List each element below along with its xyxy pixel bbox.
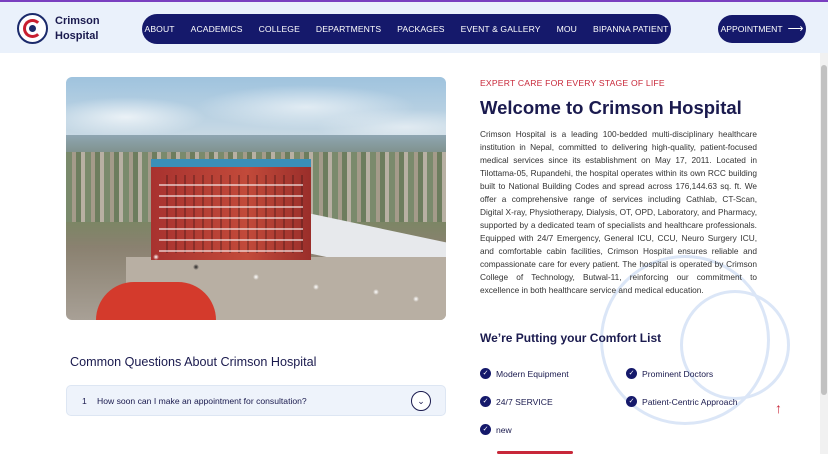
nav-college[interactable]: COLLEGE [251, 24, 308, 34]
comfort-item: ✓ Patient-Centric Approach [626, 396, 738, 407]
brand-name[interactable]: Crimson Hospital [55, 14, 115, 44]
nav-bipanna-patient[interactable]: BIPANNA PATIENT [585, 24, 677, 34]
check-circle-icon: ✓ [480, 396, 491, 407]
chevron-down-icon[interactable]: ⌄ [411, 391, 431, 411]
scroll-to-top-icon[interactable]: ↑ [775, 400, 782, 416]
nav-packages[interactable]: PACKAGES [389, 24, 452, 34]
comfort-item: ✓ Modern Equipment [480, 368, 569, 379]
nav-mou[interactable]: MOU [549, 24, 585, 34]
faq-title: Common Questions About Crimson Hospital [70, 355, 317, 369]
section-eyebrow: EXPERT CARE FOR EVERY STAGE OF LIFE [480, 78, 665, 88]
decorative-ring [680, 290, 790, 400]
page-scrollbar[interactable] [820, 53, 828, 454]
comfort-item: ✓ new [480, 424, 512, 435]
faq-item[interactable]: 1 How soon can I make an appointment for… [66, 385, 446, 416]
logo-dot-icon [29, 25, 36, 32]
appointment-button[interactable]: APPOINTMENT ⟶ [718, 15, 806, 43]
page-title: Welcome to Crimson Hospital [480, 97, 742, 118]
arrow-right-icon: ⟶ [787, 22, 804, 35]
comfort-list-title: We’re Putting your Comfort List [480, 331, 662, 345]
faq-question: How soon can I make an appointment for c… [97, 396, 307, 406]
check-circle-icon: ✓ [626, 368, 637, 379]
faq-number: 1 [82, 396, 87, 406]
scrollbar-thumb[interactable] [821, 65, 827, 395]
comfort-item-label: Prominent Doctors [642, 368, 714, 379]
nav-event-gallery[interactable]: EVENT & GALLERY [453, 24, 549, 34]
comfort-item-label: Patient-Centric Approach [642, 396, 738, 407]
comfort-item-label: new [496, 424, 512, 435]
check-circle-icon: ✓ [626, 396, 637, 407]
check-circle-icon: ✓ [480, 368, 491, 379]
main-nav: ABOUT ACADEMICS COLLEGE DEPARTMENTS PACK… [142, 14, 671, 44]
hospital-logo[interactable] [17, 13, 48, 44]
page: Crimson Hospital ABOUT ACADEMICS COLLEGE… [0, 0, 828, 454]
comfort-item-label: 24/7 SERVICE [496, 396, 553, 407]
appointment-label: APPOINTMENT [720, 24, 783, 34]
nav-departments[interactable]: DEPARTMENTS [308, 24, 389, 34]
hospital-aerial-photo [66, 77, 446, 320]
comfort-item: ✓ 24/7 SERVICE [480, 396, 553, 407]
welcome-description: Crimson Hospital is a leading 100-bedded… [480, 129, 757, 295]
comfort-item-label: Modern Equipment [496, 368, 569, 379]
check-circle-icon: ✓ [480, 424, 491, 435]
nav-academics[interactable]: ACADEMICS [183, 24, 251, 34]
comfort-item: ✓ Prominent Doctors [626, 368, 713, 379]
site-header: Crimson Hospital ABOUT ACADEMICS COLLEGE… [0, 0, 828, 53]
nav-about[interactable]: ABOUT [137, 24, 183, 34]
